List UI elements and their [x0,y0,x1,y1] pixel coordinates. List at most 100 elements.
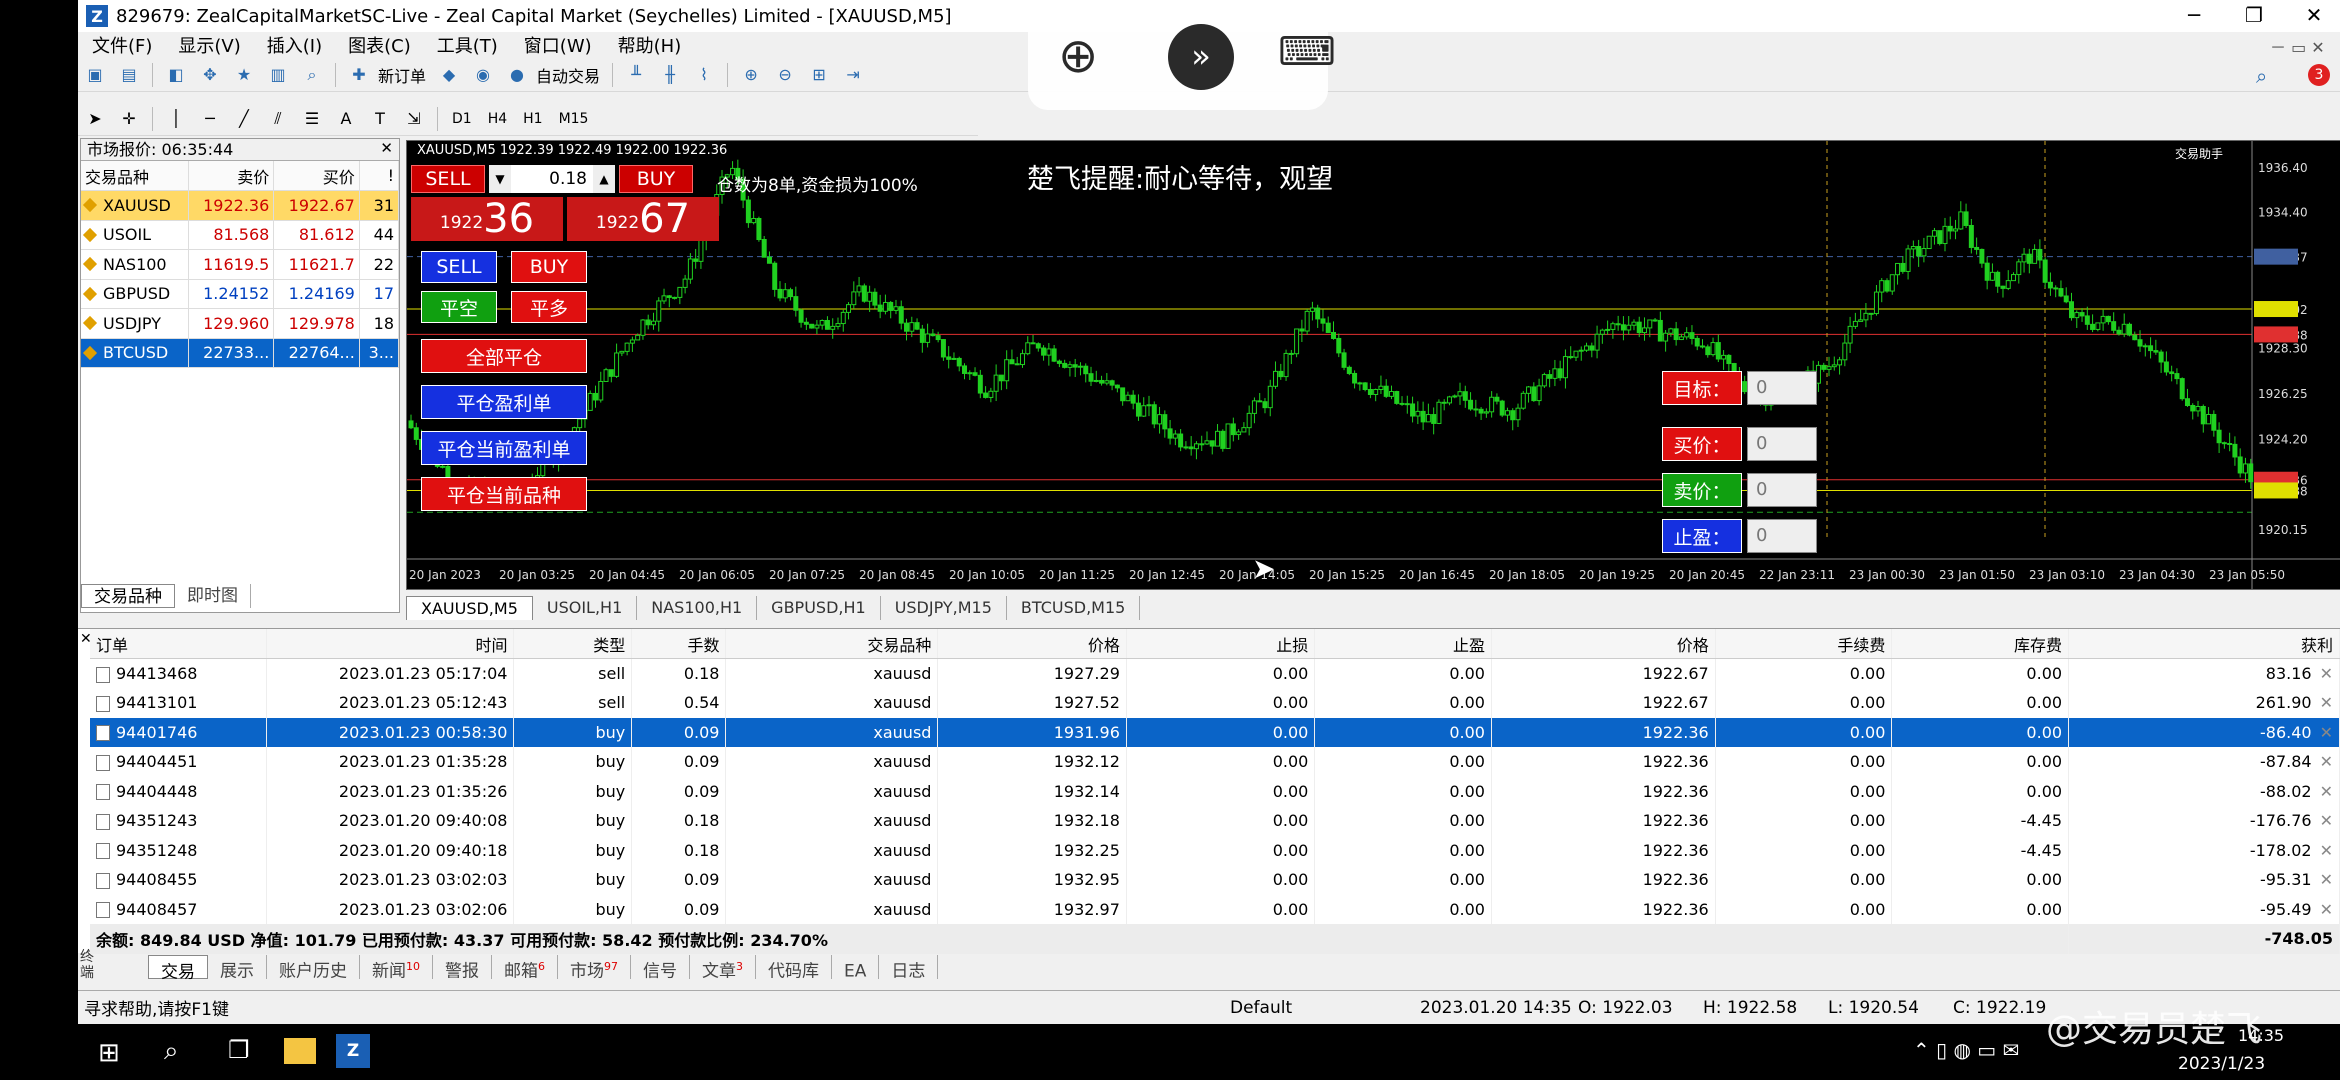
new-chart-icon[interactable]: ▣ [82,62,108,88]
text-icon[interactable]: A [333,106,359,132]
menu-item[interactable]: 窗口(W) [524,32,592,58]
navigator-icon[interactable]: ★ [231,62,257,88]
fibonacci-icon[interactable]: ☰ [299,106,325,132]
market-watch-row[interactable]: XAUUSD 1922.36 1922.67 31 [81,190,400,221]
order-row[interactable]: 94404448 2023.01.23 01:35:26 buy 0.09 xauusd… [90,776,2340,806]
task-view-icon[interactable]: ❐ [228,1036,250,1064]
lot-input[interactable]: 0.18 [511,165,593,193]
notification-badge[interactable]: 3 [2308,64,2330,86]
zoom-in-icon[interactable]: ⊕ [738,62,764,88]
tray-icons[interactable]: ⌃ ▯ ◍ ▭ ✉ [1913,1038,2019,1062]
market-watch-row[interactable]: NAS100 11619.5 11621.7 22 [81,249,400,280]
market-watch-column[interactable]: 交易品种 [81,161,189,191]
market-watch-column[interactable]: ! [359,161,400,191]
close-long-button[interactable]: 平多 [511,291,587,323]
mdi-controls[interactable]: － ▭ ✕ [2270,34,2325,58]
candle-chart-icon[interactable]: ╫ [657,62,683,88]
chart-tab[interactable]: GBPUSD,H1 [757,596,881,620]
take-profit-input[interactable]: 0 [1747,519,1817,553]
close-order-icon[interactable]: ✕ [2320,782,2333,801]
terminal-tab[interactable]: 代码库 [756,955,832,982]
ask-price-box[interactable]: 1922 67 [567,197,719,241]
terminal-tab[interactable]: 信号 [631,955,690,982]
chart-window[interactable]: 1936.401934.401932.371930.021928.881928.… [406,140,2340,590]
horizontal-line-icon[interactable]: ─ [197,106,223,132]
market-watch-column[interactable]: 卖价 [188,161,275,191]
market-watch-tab[interactable]: 即时图 [175,584,251,608]
close-order-icon[interactable]: ✕ [2320,870,2333,889]
terminal-tab[interactable]: 展示 [208,955,267,982]
orders-column[interactable]: 获利 [2068,629,2340,659]
close-button[interactable]: ✕ [2284,0,2340,32]
terminal-tab[interactable]: 交易 [148,955,208,983]
cursor-icon[interactable]: ➤ [82,106,108,132]
chart-tab[interactable]: USOIL,H1 [533,596,638,620]
timeframe-button[interactable]: M15 [559,111,589,127]
keyboard-icon[interactable]: ⌨ [1278,32,1336,72]
close-order-icon[interactable]: ✕ [2320,664,2333,683]
channel-icon[interactable]: ⫽ [265,106,291,132]
search-icon[interactable]: ⌕ [2256,64,2267,88]
lot-up-icon[interactable]: ▲ [593,165,615,193]
profiles-icon[interactable]: ▤ [116,62,142,88]
target-input[interactable]: 0 [1747,371,1817,405]
close-order-icon[interactable]: ✕ [2320,811,2333,830]
close-short-button[interactable]: 平空 [421,291,497,323]
terminal-tab[interactable]: 邮箱6 [492,955,558,982]
orders-column[interactable]: 价格 [1491,629,1716,659]
line-chart-icon[interactable]: ⌇ [691,62,717,88]
windows-start-icon[interactable]: ⊞ [98,1038,120,1068]
text-label-icon[interactable]: T [367,106,393,132]
orders-column[interactable]: 交易品种 [725,629,939,659]
auto-trade-icon[interactable]: ● [504,62,530,88]
orders-column[interactable]: 止损 [1126,629,1316,659]
timeframe-button[interactable]: H1 [523,111,542,127]
mt4-taskbar-icon[interactable]: Z [336,1034,370,1068]
close-order-icon[interactable]: ✕ [2320,723,2333,742]
order-row[interactable]: 94408455 2023.01.23 03:02:03 buy 0.09 xauusd… [90,865,2340,895]
close-order-icon[interactable]: ✕ [2320,841,2333,860]
auto-scroll-icon[interactable]: ⇥ [840,62,866,88]
close-order-icon[interactable]: ✕ [2320,693,2333,712]
orders-column[interactable]: 库存费 [1891,629,2070,659]
market-watch-row[interactable]: USOIL 81.568 81.612 44 [81,220,400,250]
bid-price-box[interactable]: 1922 36 [411,197,563,241]
order-row[interactable]: 94413101 2023.01.23 05:12:43 sell 0.54 xauus… [90,688,2340,718]
tester-icon[interactable]: ⌕ [299,62,325,88]
order-row[interactable]: 94413468 2023.01.23 05:17:04 sell 0.18 xauus… [90,658,2340,688]
menu-item[interactable]: 工具(T) [437,32,498,58]
orders-column[interactable]: 时间 [266,629,515,659]
chart-tab[interactable]: BTCUSD,M15 [1007,596,1141,620]
chart-tab[interactable]: XAUUSD,M5 [406,596,533,620]
new-order-icon[interactable]: ✚ [346,62,372,88]
remote-desktop-icon[interactable]: » [1168,24,1234,90]
orders-column[interactable]: 止盈 [1314,629,1492,659]
market-watch-row[interactable]: USDJPY 129.960 129.978 18 [81,308,400,339]
terminal-tab[interactable]: 警报 [433,955,492,982]
vertical-line-icon[interactable]: │ [163,106,189,132]
tile-windows-icon[interactable]: ⊞ [806,62,832,88]
market-watch-icon[interactable]: ◧ [163,62,189,88]
menu-item[interactable]: 显示(V) [178,32,240,58]
close-current-profit-button[interactable]: 平仓当前盈利单 [421,431,587,465]
new-order-button[interactable]: 新订单 [378,63,426,87]
file-explorer-icon[interactable] [284,1038,316,1064]
close-all-button[interactable]: 全部平仓 [421,339,587,373]
crosshair-icon[interactable]: ✛ [116,106,142,132]
zoom-in-icon[interactable]: ⊕ [1058,28,1098,84]
orders-column[interactable]: 手续费 [1715,629,1893,659]
trendline-icon[interactable]: ╱ [231,106,257,132]
chart-tab[interactable]: USDJPY,M15 [881,596,1007,620]
one-click-buy-button[interactable]: BUY [619,165,693,193]
order-row[interactable]: 94401746 2023.01.23 00:58:30 buy 0.09 xauusd… [90,717,2340,747]
auto-trade-button[interactable]: 自动交易 [536,63,600,87]
one-click-sell-button[interactable]: SELL [411,165,485,193]
close-order-icon[interactable]: ✕ [2320,900,2333,919]
terminal-tab[interactable]: 日志 [879,955,939,982]
sell-price-input[interactable]: 0 [1747,473,1817,507]
menu-item[interactable]: 插入(I) [267,32,322,58]
orders-column[interactable]: 类型 [513,629,633,659]
market-watch-row[interactable]: GBPUSD 1.24152 1.24169 17 [81,279,400,309]
market-watch-tab[interactable]: 交易品种 [81,584,175,608]
order-row[interactable]: 94351243 2023.01.20 09:40:08 buy 0.18 xauusd… [90,806,2340,836]
